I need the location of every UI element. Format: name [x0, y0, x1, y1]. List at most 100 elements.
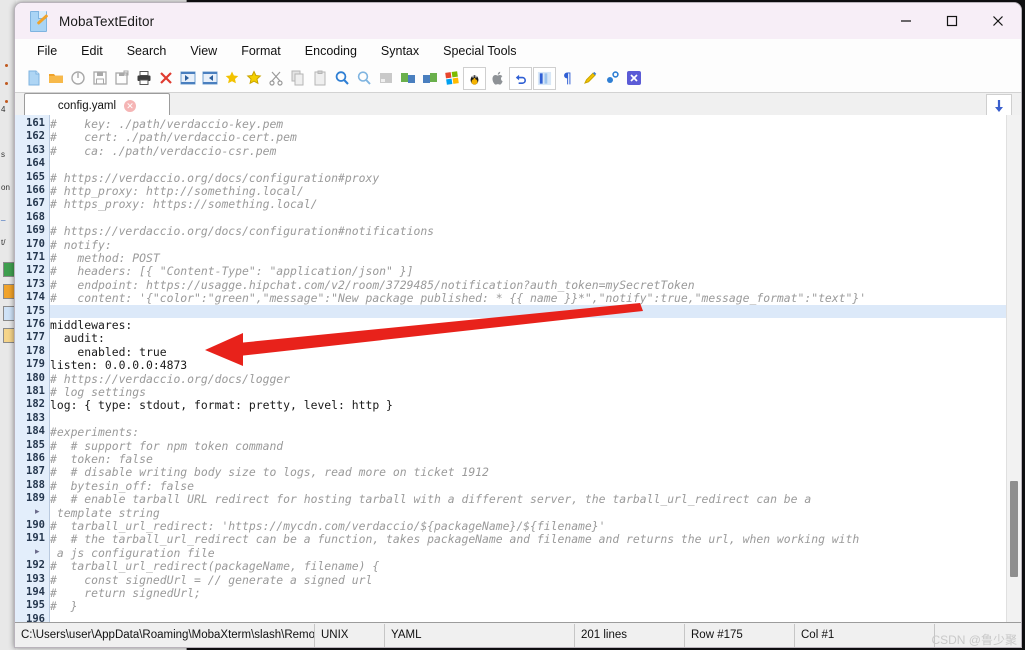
code-line-wrapped[interactable]: a js configuration file [50, 546, 215, 560]
code-line[interactable]: # token: false [50, 452, 153, 466]
code-line[interactable]: # https://verdaccio.org/docs/configurati… [50, 224, 434, 238]
code-line[interactable]: # # the tarball_url_redirect can be a fu… [50, 532, 859, 546]
code-line[interactable]: # } [50, 599, 77, 613]
code-line-wrapped[interactable]: template string [50, 506, 160, 520]
column-mode-icon[interactable] [533, 66, 556, 90]
line-number: 172 [26, 264, 45, 277]
code-line[interactable]: # ca: ./path/verdaccio-csr.pem [50, 144, 276, 158]
code-line[interactable]: # https_proxy: https://something.local/ [50, 197, 317, 211]
copy-icon[interactable] [287, 68, 308, 89]
cut-icon[interactable] [265, 68, 286, 89]
line-number: 165 [26, 170, 45, 183]
pilcrow-icon[interactable]: ¶ [557, 68, 578, 89]
close-button[interactable] [975, 3, 1021, 39]
line-number: 178 [26, 344, 45, 357]
undo-icon[interactable] [509, 66, 532, 90]
mac-format-icon[interactable] [487, 68, 508, 89]
code-line[interactable]: # return signedUrl; [50, 586, 201, 600]
save-as-icon[interactable] [111, 68, 132, 89]
status-bar: C:\Users\user\AppData\Roaming\MobaXterm\… [15, 622, 1021, 647]
code-line[interactable]: # headers: [{ "Content-Type": "applicati… [50, 264, 413, 278]
indent-icon[interactable] [199, 68, 220, 89]
tab-close-icon[interactable]: ✕ [124, 100, 137, 112]
paste-icon[interactable] [309, 68, 330, 89]
bookmark-next-icon[interactable] [243, 68, 264, 89]
close-file-icon[interactable] [155, 68, 176, 89]
wrap-marker-icon: ▸ [35, 505, 40, 516]
compare-right-icon[interactable] [419, 68, 440, 89]
background-label: t/ [1, 238, 6, 247]
background-label: on [1, 183, 10, 192]
code-line[interactable]: # endpoint: https://usagge.hipchat.com/v… [50, 278, 695, 292]
reload-icon[interactable] [67, 68, 88, 89]
background-dot [5, 82, 8, 85]
bookmark-add-icon[interactable] [221, 68, 242, 89]
code-line[interactable]: #experiments: [50, 425, 139, 439]
code-line[interactable]: # const signedUrl = // generate a signed… [50, 573, 372, 587]
status-syntax[interactable]: YAML [385, 623, 575, 647]
code-line[interactable]: # log settings [50, 385, 146, 399]
print-icon[interactable] [133, 68, 154, 89]
linux-format-icon[interactable] [463, 66, 486, 90]
save-icon[interactable] [89, 68, 110, 89]
exit-icon[interactable] [623, 68, 644, 89]
menu-edit[interactable]: Edit [69, 42, 115, 61]
title-bar: MobaTextEditor [15, 3, 1021, 39]
new-file-icon[interactable] [23, 68, 44, 89]
code-line[interactable]: # bytesin_off: false [50, 479, 194, 493]
menu-syntax[interactable]: Syntax [369, 42, 431, 61]
code-line[interactable]: # https://verdaccio.org/docs/logger [50, 372, 290, 386]
background-dot [5, 100, 8, 103]
code-line[interactable]: # # disable writing body size to logs, r… [50, 465, 489, 479]
highlight-pen-icon[interactable] [579, 68, 600, 89]
vertical-scrollbar[interactable] [1006, 115, 1021, 623]
outdent-icon[interactable] [177, 68, 198, 89]
line-number: 189 [26, 492, 45, 505]
line-number: 171 [26, 251, 45, 263]
menu-format[interactable]: Format [229, 42, 293, 61]
code-line[interactable]: # https://verdaccio.org/docs/configurati… [50, 171, 379, 185]
code-line[interactable]: # tarball_url_redirect(packageName, file… [50, 559, 379, 573]
code-line[interactable]: listen: 0.0.0.0:4873 [50, 358, 187, 372]
status-line-ending[interactable]: UNIX [315, 623, 385, 647]
menu-search[interactable]: Search [115, 42, 179, 61]
menu-special-tools[interactable]: Special Tools [431, 42, 528, 61]
code-line[interactable]: # # enable tarball URL redirect for host… [50, 492, 811, 506]
line-number: 168 [26, 210, 45, 223]
line-number: 187 [26, 465, 45, 478]
code-line[interactable]: # method: POST [50, 251, 160, 265]
maximize-button[interactable] [929, 3, 975, 39]
watermark: CSDN @鲁少聚 [931, 633, 1017, 647]
find-next-icon[interactable] [353, 68, 374, 89]
menu-encoding[interactable]: Encoding [293, 42, 369, 61]
menu-file[interactable]: File [25, 42, 69, 61]
code-line[interactable]: # # support for npm token command [50, 439, 283, 453]
compare-left-icon[interactable] [397, 68, 418, 89]
code-line[interactable]: audit: [50, 331, 105, 345]
code-line[interactable]: enabled: true [50, 345, 166, 359]
line-number: 162 [26, 130, 45, 143]
window-title: MobaTextEditor [59, 13, 155, 29]
line-number: 192 [26, 559, 45, 572]
code-line[interactable]: # content: '{"color":"green","message":"… [50, 291, 866, 305]
code-line[interactable]: # cert: ./path/verdaccio-cert.pem [50, 130, 297, 144]
code-editor[interactable]: 161 # key: ./path/verdaccio-key.pem 162 # c… [15, 115, 1021, 623]
windows-format-icon[interactable] [441, 68, 462, 89]
open-folder-icon[interactable] [45, 68, 66, 89]
line-number: 186 [26, 452, 45, 464]
menu-view[interactable]: View [178, 42, 229, 61]
code-line[interactable]: # tarball_url_redirect: 'https://mycdn.c… [50, 519, 605, 533]
minimize-button[interactable] [883, 3, 929, 39]
code-line[interactable]: # key: ./path/verdaccio-key.pem [50, 117, 283, 131]
find-icon[interactable] [331, 68, 352, 89]
code-line[interactable]: # http_proxy: http://something.local/ [50, 184, 304, 198]
block-icon[interactable] [375, 68, 396, 89]
vertical-scrollbar-thumb[interactable] [1010, 481, 1018, 577]
settings-icon[interactable] [601, 68, 622, 89]
toolbar: ¶ [15, 64, 1021, 93]
line-number: 185 [26, 438, 45, 451]
code-line[interactable]: # notify: [50, 238, 112, 252]
line-number: 169 [26, 224, 45, 237]
code-line[interactable]: log: { type: stdout, format: pretty, lev… [50, 398, 393, 412]
code-line[interactable]: middlewares: [50, 318, 132, 332]
